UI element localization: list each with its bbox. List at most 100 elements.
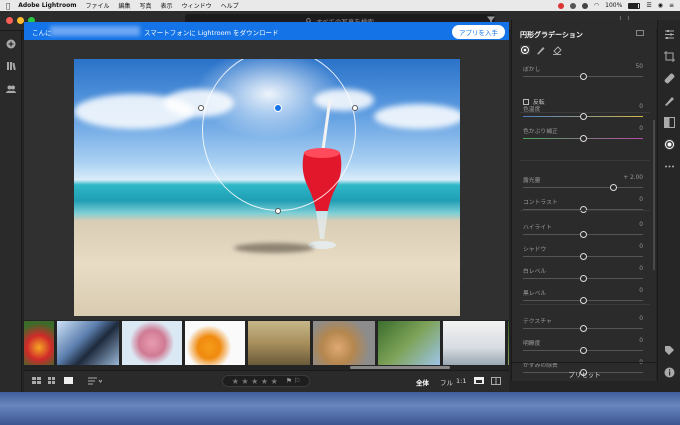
- close-window-button[interactable]: [6, 17, 13, 24]
- compare-view-icon[interactable]: [474, 377, 485, 385]
- zoom-fill-button[interactable]: フル: [440, 377, 453, 387]
- slider-value[interactable]: 0: [639, 316, 643, 322]
- menu-view[interactable]: 表示: [161, 1, 173, 10]
- banner-text-prefix: こんに: [32, 29, 52, 37]
- flag-reject-icon[interactable]: ⚐: [294, 377, 300, 385]
- menu-photo[interactable]: 写真: [140, 1, 152, 10]
- adjustment-slider[interactable]: 色温度 0: [523, 104, 643, 122]
- creative-cloud-icon[interactable]: [557, 2, 564, 9]
- slider-knob[interactable]: [579, 253, 587, 260]
- bottom-toolbar: ★ ★ ★ ★ ★ ⚑ ⚐ 全体 フル 1:1: [24, 370, 509, 392]
- adjustment-slider[interactable]: シャドウ 0: [523, 244, 643, 262]
- eraser-tool-icon[interactable]: [552, 45, 562, 55]
- filmstrip-thumbnail[interactable]: [378, 321, 440, 365]
- square-grid-icon[interactable]: [48, 377, 58, 385]
- rating-stars[interactable]: ★ ★ ★ ★ ★: [232, 377, 278, 386]
- filmstrip-thumbnail[interactable]: [24, 321, 54, 365]
- radial-gradient-icon[interactable]: [664, 139, 675, 150]
- filmstrip-thumbnail[interactable]: [313, 321, 375, 365]
- grid-view-icon[interactable]: [32, 377, 42, 385]
- adjustment-slider[interactable]: ハイライト 0: [523, 222, 643, 240]
- banner-blurred-text: [50, 26, 140, 36]
- mask-center-pin[interactable]: [274, 104, 282, 112]
- filmstrip-thumbnail[interactable]: [185, 321, 245, 365]
- slider-knob[interactable]: [579, 113, 587, 120]
- battery-icon[interactable]: [628, 2, 641, 9]
- feather-value[interactable]: 50: [636, 64, 643, 70]
- slider-knob[interactable]: [579, 325, 587, 332]
- star-rating[interactable]: ★ ★ ★ ★ ★ ⚑ ⚐: [222, 375, 310, 387]
- people-icon[interactable]: [6, 84, 16, 94]
- adjustment-slider[interactable]: 明瞭度 0: [523, 338, 643, 356]
- info-icon[interactable]: [664, 367, 675, 378]
- slider-value[interactable]: + 2.00: [623, 175, 643, 181]
- panel-collapse-icon[interactable]: [636, 30, 644, 36]
- notification-icon[interactable]: ≡: [669, 2, 674, 9]
- slider-value[interactable]: 0: [639, 338, 643, 344]
- slider-knob[interactable]: [579, 347, 587, 354]
- linear-gradient-icon[interactable]: [664, 117, 675, 128]
- zoom-1to1-button[interactable]: 1:1: [456, 377, 466, 385]
- slider-knob[interactable]: [579, 297, 587, 304]
- slider-value[interactable]: 0: [639, 104, 643, 110]
- adjustment-slider[interactable]: 色かぶり補正 0: [523, 126, 643, 144]
- healing-icon[interactable]: [664, 73, 675, 84]
- slider-knob[interactable]: [609, 184, 617, 191]
- filmstrip-thumbnail[interactable]: [122, 321, 182, 365]
- detail-view-icon[interactable]: [64, 377, 74, 385]
- slider-value[interactable]: 0: [639, 266, 643, 272]
- menu-help[interactable]: ヘルプ: [221, 1, 239, 10]
- mask-handle-left[interactable]: [198, 105, 204, 111]
- filmstrip-scrollbar[interactable]: [350, 366, 450, 369]
- filmstrip-thumbnail[interactable]: [248, 321, 310, 365]
- menu-edit[interactable]: 編集: [119, 1, 131, 10]
- tag-icon[interactable]: [664, 345, 675, 356]
- add-photos-icon[interactable]: [6, 39, 16, 49]
- more-icon[interactable]: [664, 161, 675, 172]
- main-photo[interactable]: [74, 59, 460, 316]
- panel-scrollbar[interactable]: [653, 120, 655, 270]
- time-machine-icon[interactable]: [569, 2, 576, 9]
- menu-window[interactable]: ウィンドウ: [182, 1, 212, 10]
- slider-value[interactable]: 0: [639, 288, 643, 294]
- filmstrip-thumbnail[interactable]: [443, 321, 505, 365]
- mask-handle-bottom[interactable]: [275, 208, 281, 214]
- siri-icon[interactable]: ◉: [658, 2, 663, 9]
- brush-tool-icon[interactable]: [536, 45, 546, 55]
- sync-icon[interactable]: [581, 2, 588, 9]
- minimize-window-button[interactable]: [17, 17, 24, 24]
- slider-knob[interactable]: [579, 135, 587, 142]
- library-icon[interactable]: [6, 61, 16, 71]
- adjustment-slider[interactable]: 露光量 + 2.00: [523, 175, 643, 193]
- brush-icon[interactable]: [664, 95, 675, 106]
- feather-slider[interactable]: ぼかし 50: [523, 64, 643, 82]
- before-after-icon[interactable]: [491, 377, 501, 385]
- sort-icon[interactable]: [88, 377, 102, 385]
- menu-file[interactable]: ファイル: [86, 1, 110, 10]
- filmstrip-thumbnail[interactable]: [508, 321, 509, 365]
- apple-icon[interactable]: : [6, 2, 10, 10]
- slider-value[interactable]: 0: [639, 222, 643, 228]
- flag-pick-icon[interactable]: ⚑: [286, 377, 292, 385]
- adjustment-slider[interactable]: コントラスト 0: [523, 197, 643, 215]
- slider-knob[interactable]: [579, 275, 587, 282]
- edit-tools-bar: [657, 20, 680, 381]
- menu-app-name[interactable]: Adobe Lightroom: [18, 2, 76, 9]
- filmstrip-thumbnail[interactable]: [57, 321, 119, 365]
- slider-value[interactable]: 0: [639, 244, 643, 250]
- presets-button[interactable]: プリセット: [512, 362, 657, 381]
- slider-value[interactable]: 0: [639, 197, 643, 203]
- slider-knob[interactable]: [579, 73, 587, 80]
- mask-handle-right[interactable]: [352, 105, 358, 111]
- slider-value[interactable]: 0: [639, 126, 643, 132]
- wifi-icon[interactable]: ◠: [594, 2, 599, 9]
- zoom-fit-button[interactable]: 全体: [416, 377, 429, 387]
- adjustment-slider[interactable]: テクスチャ 0: [523, 316, 643, 334]
- crop-icon[interactable]: [664, 51, 675, 62]
- edit-sliders-icon[interactable]: [664, 29, 675, 40]
- control-center-icon[interactable]: ☰: [646, 2, 651, 9]
- adjustment-slider[interactable]: 白レベル 0: [523, 266, 643, 284]
- close-banner-icon[interactable]: ×: [494, 25, 501, 34]
- slider-knob[interactable]: [579, 231, 587, 238]
- radial-gradient-tool-icon[interactable]: [520, 45, 530, 55]
